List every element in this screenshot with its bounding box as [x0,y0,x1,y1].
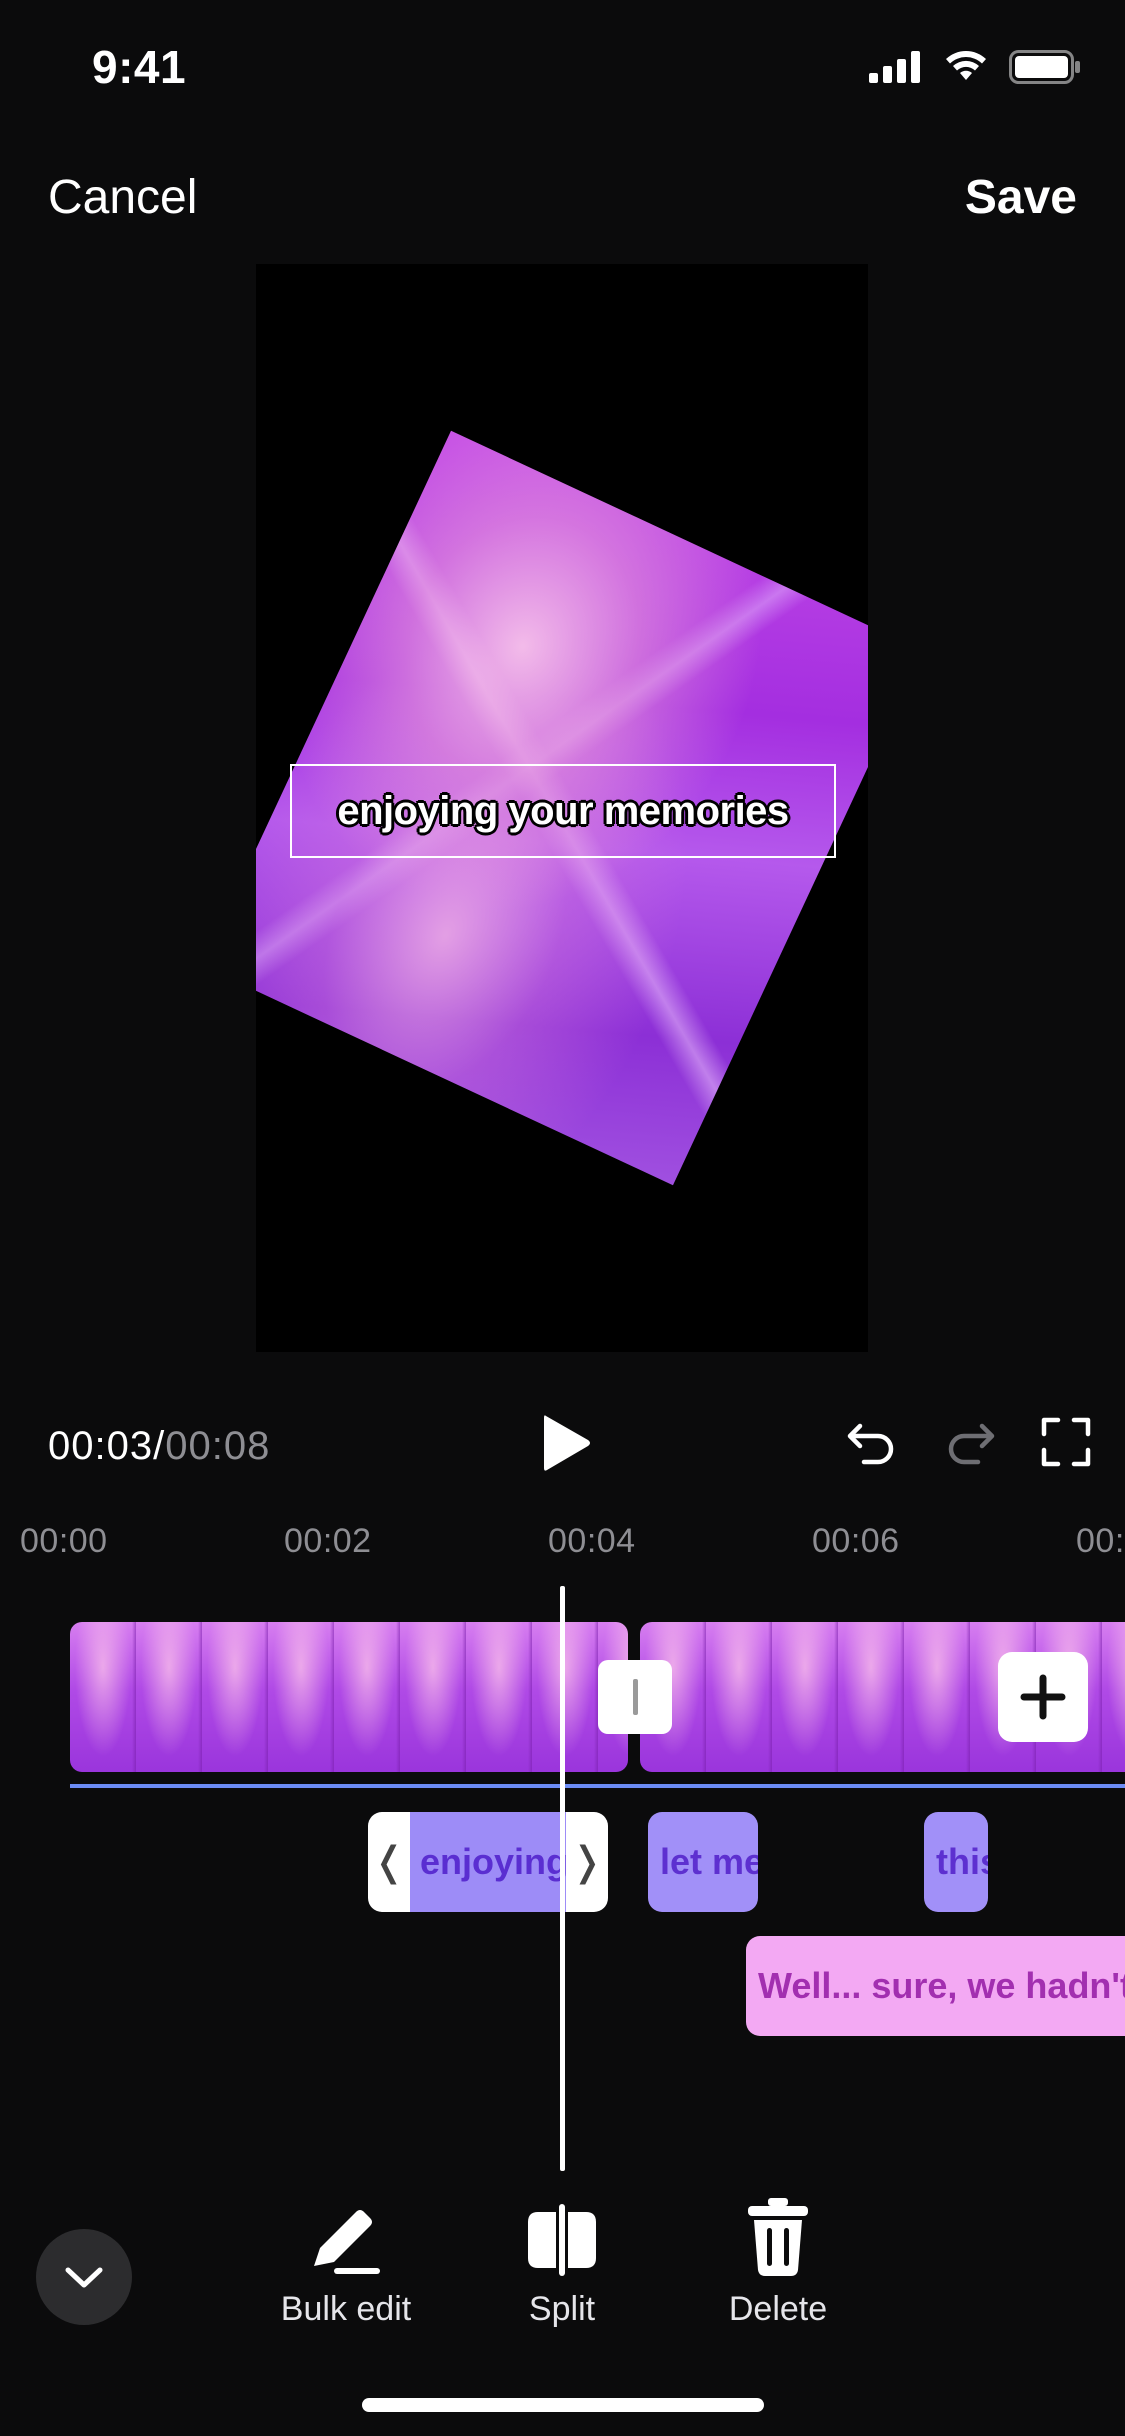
split-icon [522,2196,602,2276]
text-clip[interactable]: this [924,1812,988,1912]
cellular-signal-icon [869,51,920,83]
status-time: 9:41 [92,41,187,93]
split-label: Split [528,2290,596,2328]
delete-button[interactable]: Delete [678,2196,878,2329]
plus-icon [1020,1674,1066,1720]
undo-button[interactable] [842,1412,902,1472]
total-duration: 00:08 [165,1424,271,1468]
text-clip[interactable]: let me [648,1812,758,1912]
wifi-icon [946,51,986,80]
battery-icon [1009,50,1080,84]
transition-bar-icon [632,1679,638,1715]
caption-text: enjoying your memories [337,788,789,833]
fullscreen-button[interactable] [1036,1412,1096,1472]
save-button[interactable]: Save [965,170,1077,225]
collapse-button[interactable] [36,2229,132,2325]
text-clip-selected[interactable]: ❬ enjoying ❭ [368,1812,608,1912]
delete-label: Delete [728,2290,828,2328]
status-icons [869,50,1081,84]
text-clip[interactable]: Well... sure, we hadn't [746,1936,1125,2036]
text-clip-label: this [936,1841,988,1882]
ruler-label: 00:08 [1076,1522,1125,1560]
pencil-icon [306,2196,386,2276]
video-clip[interactable] [70,1622,628,1772]
text-clip-label: let me [660,1841,758,1882]
ruler-label: 00:04 [548,1522,636,1560]
playhead[interactable] [560,1586,565,2171]
ruler-label: 00:06 [812,1522,900,1560]
chevron-down-icon [65,2267,103,2288]
transition-button[interactable] [598,1660,672,1734]
undo-icon [847,1423,894,1465]
home-indicator [362,2398,764,2412]
play-icon [544,1415,590,1471]
trim-handle-left-icon[interactable]: ❬ [368,1812,410,1912]
cancel-button[interactable]: Cancel [48,170,197,225]
ruler-label: 00:02 [284,1522,372,1560]
caption-selection-box[interactable]: enjoying your memories [290,764,836,858]
redo-icon [948,1423,995,1465]
timecode: 00:03/00:08 [48,1424,270,1469]
trim-handle-right-icon[interactable]: ❭ [566,1812,608,1912]
redo-button[interactable] [940,1412,1000,1472]
track-divider [70,1784,1125,1788]
play-button[interactable] [534,1410,596,1476]
ruler-label: 00:00 [20,1522,108,1560]
time-separator: / [153,1424,166,1468]
text-clip-label: enjoying [410,1812,566,1912]
text-clip-label: Well... sure, we hadn't [758,1965,1125,2006]
bulk-edit-button[interactable]: Bulk edit [246,2196,446,2329]
add-clip-button[interactable] [998,1652,1088,1742]
trash-icon [738,2196,818,2276]
bulk-edit-label: Bulk edit [280,2290,412,2328]
fullscreen-icon [1041,1417,1091,1467]
split-button[interactable]: Split [462,2196,662,2329]
current-time: 00:03 [48,1424,154,1468]
